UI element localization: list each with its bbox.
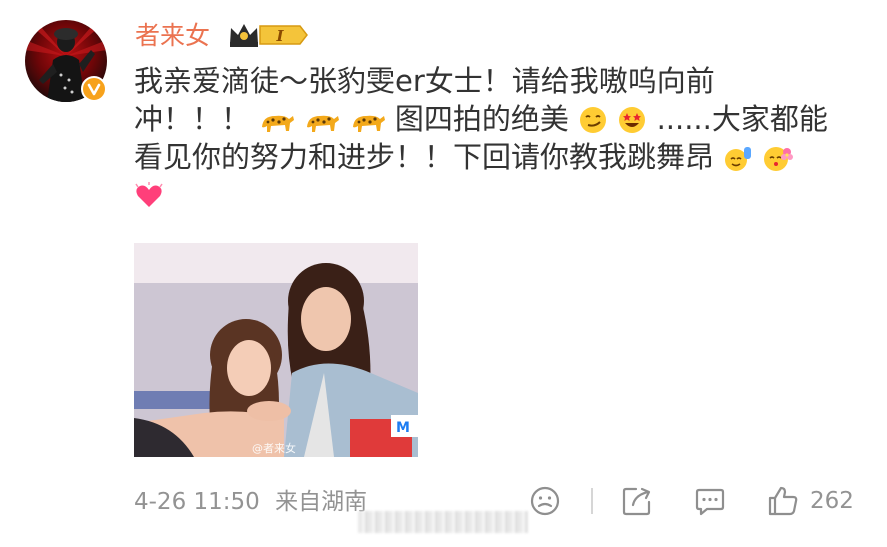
post-text-segment: 图四拍的绝美 bbox=[394, 102, 569, 136]
action-divider bbox=[591, 488, 593, 514]
like-button[interactable]: 262 bbox=[766, 484, 854, 518]
post-meta: 4-26 11:50 来自湖南 bbox=[134, 486, 367, 518]
comment-icon bbox=[695, 488, 725, 516]
post-text-segment: ......大家都能 bbox=[656, 102, 828, 136]
smiley-react-icon bbox=[530, 486, 560, 516]
post-text-line: 看见你的努力和进步！！下回请你教我跳舞昂 bbox=[134, 138, 854, 176]
post-text: 我亲爱滴徒～张豹雯er女士！请给我嗷呜向前 冲！！！ 图四拍的绝美 ......… bbox=[134, 62, 854, 214]
post-text-segment: 我亲爱滴徒～张豹雯er女士！请给我嗷呜向前 bbox=[134, 64, 715, 98]
heart-emoji bbox=[134, 181, 164, 220]
post-timestamp[interactable]: 4-26 11:50 bbox=[134, 489, 260, 515]
post-text-line: 我亲爱滴徒～张豹雯er女士！请给我嗷呜向前 bbox=[134, 62, 854, 100]
photo-watermark: @者来女 bbox=[252, 441, 296, 455]
crown-level-badge-icon[interactable]: I bbox=[228, 20, 308, 50]
post-photo[interactable]: M @者来女 bbox=[134, 243, 418, 457]
verified-v-icon bbox=[81, 76, 107, 102]
react-button[interactable] bbox=[528, 484, 562, 518]
post-text-segment: 看见你的努力和进步！！下回请你教我跳舞昂 bbox=[134, 140, 715, 174]
thumbs-up-icon bbox=[768, 486, 798, 516]
username[interactable]: 者来女 bbox=[135, 18, 210, 54]
like-count: 262 bbox=[810, 488, 854, 514]
post-photo-image: M @者来女 bbox=[134, 243, 418, 457]
photo-logo: M bbox=[396, 420, 410, 436]
badge-level-label: I bbox=[275, 27, 284, 45]
post-text-segment: 冲！！！ bbox=[134, 102, 251, 136]
post-source: 来自湖南 bbox=[275, 489, 368, 515]
avatar-container[interactable] bbox=[25, 20, 107, 102]
post-text-line: 冲！！！ 图四拍的绝美 ......大家都能 bbox=[134, 100, 854, 138]
blurred-overlay bbox=[358, 511, 528, 533]
flower-emoji bbox=[762, 143, 794, 182]
comment-button[interactable] bbox=[693, 484, 727, 518]
share-button[interactable] bbox=[620, 484, 654, 518]
wave-emoji bbox=[723, 143, 753, 182]
share-icon bbox=[622, 487, 651, 516]
weibo-post-card: 者来女 I 我亲爱滴徒～张豹雯er女士！请给我嗷呜向前 冲！！！ 图四拍的绝美 … bbox=[0, 0, 887, 547]
